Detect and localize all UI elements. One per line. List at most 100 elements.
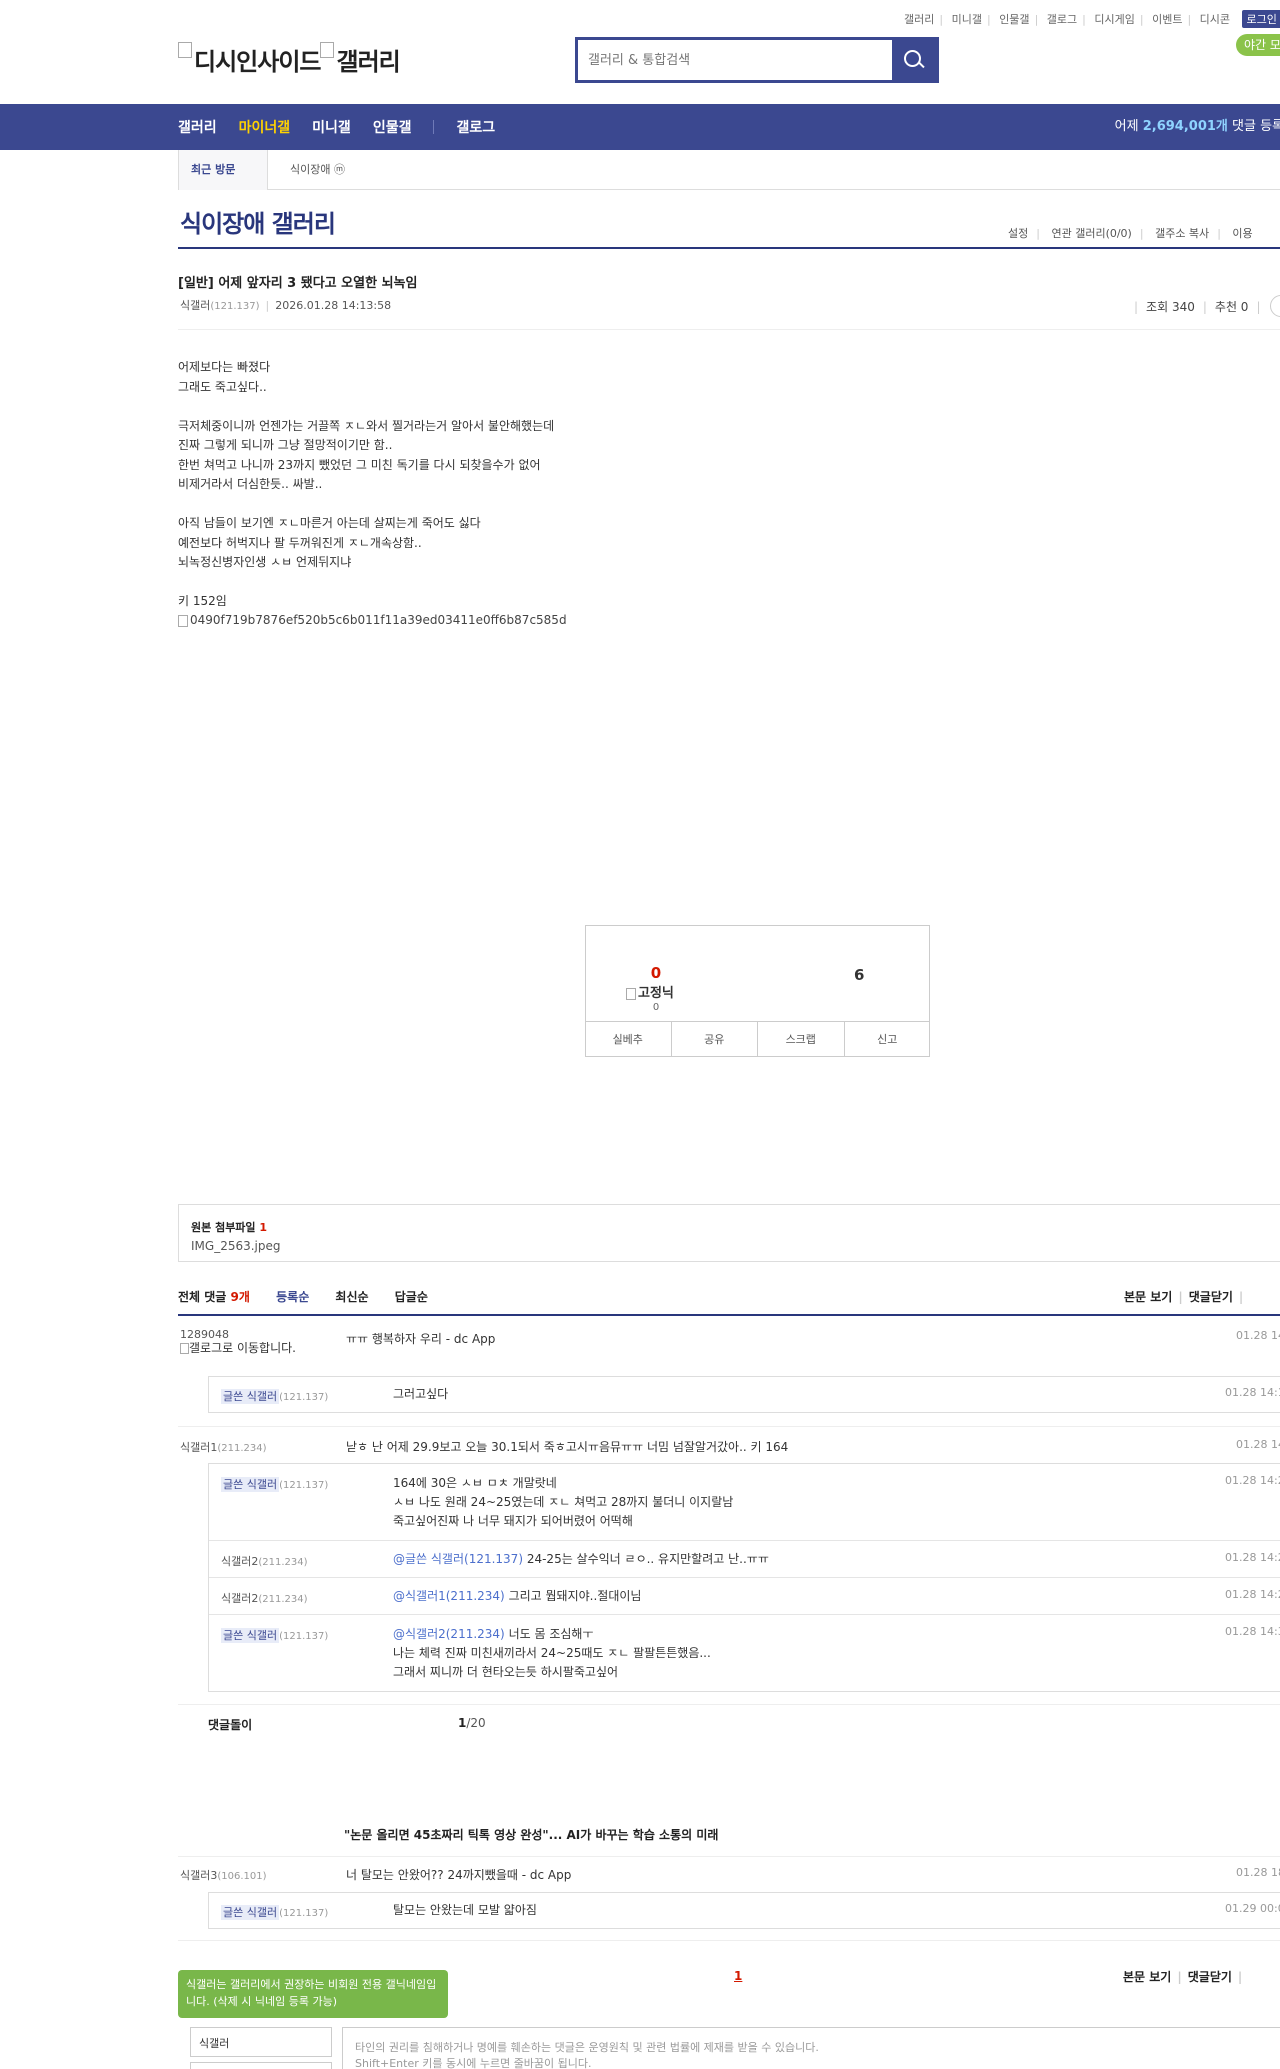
login-button[interactable]: 로그인 [1241,10,1280,28]
reply-nick[interactable]: 글쓴 식갤러 (121.137) [221,1476,328,1492]
reply-text-body: 24-25는 살수익너 ㄹㅇ.. 유지만할려고 난..ㅠㅠ [523,1552,769,1566]
comment-total-count: 9개 [230,1290,250,1304]
body-line: 극저체중이니까 언젠가는 거끌쪽 ㅈㄴ와서 찔거라는거 알아서 불안해했는데 [178,418,555,433]
fixed-nick-recommend: 고정닉 [626,982,674,1001]
usage-link[interactable]: 이용 [1232,227,1252,240]
util-link-minor[interactable]: 미니갤 [952,13,982,26]
comment-nick[interactable]: 1289048 [180,1328,229,1341]
view-post-link[interactable]: 본문 보기 [1124,1290,1172,1304]
body-line: 비제거라서 더심한듯.. 싸발.. [178,477,323,491]
logo-alt-gallery: 갤러리 [336,48,400,76]
reply-mention[interactable]: @글쓴 식갤러(121.137) [393,1552,523,1566]
close-comments-link[interactable]: 댓글닫기 [1188,1970,1232,1984]
comment-date: 01.28 14 [1236,1329,1280,1342]
reply-nick[interactable]: 글쓴 식갤러 (121.137) [221,1388,328,1404]
util-link-gallog[interactable]: 갤로그 [1047,13,1077,26]
reply-nick-ip: (121.137) [279,1908,329,1919]
reply-nick-name: 글쓴 식갤러 [221,1628,280,1643]
related-gallery-link[interactable]: 연관 갤러리(0/0) [1051,227,1131,240]
comment-divider [178,1704,1280,1705]
reply-nick[interactable]: 식갤러2(211.234) [221,1590,308,1606]
password-field[interactable] [190,2062,332,2069]
reply-mention[interactable]: @식갤러1(211.234) [393,1589,505,1603]
reply-text-line: 나는 체력 진짜 미친새끼라서 24~25때도 ㅈㄴ 팔팔튼튼했음... [393,1646,711,1660]
attachment-file[interactable]: IMG_2563.jpeg [191,1239,1275,1253]
reply-nick[interactable]: 식갤러2(211.234) [221,1553,308,1569]
ad-headline[interactable]: "논문 올리면 45초짜리 틱톡 영상 완성"... AI가 바꾸는 학습 소통… [344,1826,718,1843]
nav-person-gallery[interactable]: 인물갤 [373,117,412,137]
reply-nick-name: 글쓴 식갤러 [221,1905,280,1920]
tab-sort-replies[interactable]: 답글순 [395,1290,428,1304]
copy-address-link[interactable]: 갤주소 복사 [1155,227,1209,240]
comment-jump-button[interactable] [1270,295,1280,317]
reply-text: @글쓴 식갤러(121.137) 24-25는 살수익너 ㄹㅇ.. 유지만할려고… [393,1550,769,1569]
reply-item: 글쓴 식갤러 (121.137) 탈모는 안왔는데 모발 얇아짐 01.29 00… [209,1893,1280,1928]
attachment-box: 원본 첨부파일 1 IMG_2563.jpeg [178,1204,1280,1262]
gallog-link[interactable]: 갤로그로 이동합니다. [180,1342,310,1354]
reply-date: 01.28 14:2 [1225,1551,1280,1564]
comment-page-1[interactable]: 1 [734,1969,742,1983]
comment-notice-line: Shift+Enter 키를 동시에 누르면 줄바꿈이 됩니다. [355,2057,592,2069]
comment-divider [178,1426,1280,1427]
nav-gallog[interactable]: 갤로그 [456,117,495,137]
post-date: 2026.01.28 14:13:58 [275,299,392,312]
recent-visit-item[interactable]: 식이장애 ⓜ [290,150,345,190]
recommend-count: 추천 0 [1214,300,1249,314]
view-post-link[interactable]: 본문 보기 [1123,1970,1171,1984]
tab-sort-latest[interactable]: 최신순 [335,1290,368,1304]
util-link-event[interactable]: 이벤트 [1152,13,1182,26]
comment-nick-name: 식갤러3 [180,1869,218,1882]
post-info: 식갤러(121.137) | 2026.01.28 14:13:58 [180,299,392,312]
site-logo[interactable]: 디시인사이드 갤러리 [178,42,401,77]
reply-nick-name: 식갤러2 [221,1592,259,1605]
comment-nick-name: 식갤러1 [180,1441,218,1454]
reply-item: 글쓴 식갤러 (121.137) 그러고싶다 01.28 14:1 [209,1377,1280,1412]
post-author[interactable]: 식갤러 [180,299,210,312]
reply-nick[interactable]: 글쓴 식갤러 (121.137) [221,1904,328,1920]
util-link-dccon[interactable]: 디시콘 [1200,13,1230,26]
nickname-tooltip: 식갤러는 갤러리에서 권장하는 비회원 전용 갤닉네임입니다. (삭제 시 닉네… [178,1970,448,2018]
comment-total: 전체 댓글 9개 [178,1290,250,1304]
settings-link[interactable]: 설정 [1008,227,1028,240]
reply-text: 탈모는 안왔는데 모발 얇아짐 [393,1903,537,1917]
util-link-gallery[interactable]: 갤러리 [904,13,934,26]
comment-textarea[interactable]: 타인의 권리를 침해하거나 명예를 훼손하는 댓글은 운영원칙 및 관련 법률에… [342,2027,1280,2069]
reply-text-line: 164에 30은 ㅅㅂ ㅁㅊ 개말랏네 [393,1476,557,1490]
upvote-count[interactable]: 0 [586,964,726,982]
report-button[interactable]: 신고 [845,1022,931,1057]
night-mode-toggle[interactable]: 야간 모 [1236,34,1280,56]
close-comments-link[interactable]: 댓글닫기 [1189,1290,1233,1304]
tab-sort-registered[interactable]: 등록순 [276,1290,309,1304]
reply-list: 글쓴 식갤러 (121.137) 탈모는 안왔는데 모발 얇아짐 01.29 00… [208,1892,1280,1929]
gallery-title[interactable]: 식이장애 갤러리 [180,204,336,239]
reply-nick-ip: (121.137) [279,1480,329,1491]
comment-divider [178,1940,1280,1941]
reply-item: 식갤러2(211.234) @식갤러1(211.234) 그리고 뭡돼지야..절… [209,1578,1280,1615]
scrap-button[interactable]: 스크랩 [758,1022,845,1057]
nickname-field[interactable]: 식갤러 [190,2027,332,2057]
comment-bot-label: 댓글돌이 [208,1718,253,1732]
reply-date: 01.28 14:2 [1225,1588,1280,1601]
reply-nick[interactable]: 글쓴 식갤러 (121.137) [221,1627,328,1643]
search-input[interactable] [578,40,892,80]
util-link-game[interactable]: 디시게임 [1094,13,1134,26]
body-line: 예전보다 허벅지나 팔 두꺼워진게 ㅈㄴ개속상함.. [178,535,422,550]
util-link-person[interactable]: 인물갤 [999,13,1029,26]
nav-minor-gallery[interactable]: 마이너갤 [239,117,291,137]
share-button[interactable]: 공유 [672,1022,758,1057]
nav-mini-gallery[interactable]: 미니갤 [312,117,351,137]
reply-list: 글쓴 식갤러 (121.137) 그러고싶다 01.28 14:1 [208,1376,1280,1413]
downvote-count[interactable]: 6 [854,966,864,984]
reply-mention[interactable]: @식갤러2(211.234) [393,1627,505,1641]
comment-nick[interactable]: 식갤러3(106.101) [180,1867,267,1883]
comment-nick[interactable]: 식갤러1(211.234) [180,1439,267,1455]
comment-date: 01.28 14 [1236,1438,1280,1451]
nav-gallery[interactable]: 갤러리 [178,117,217,137]
hot-recommend-button[interactable]: 실베추 [585,1022,672,1057]
recent-visits-label: 최근 방문 [178,150,268,190]
broken-image-icon [180,1343,189,1354]
search-icon[interactable] [892,40,936,80]
comment-notice-line: 타인의 권리를 침해하거나 명예를 훼손하는 댓글은 운영원칙 및 관련 법률에… [355,2041,819,2054]
post-image[interactable]: 0490f719b7876ef520b5c6b011f11a39ed03411e… [178,613,567,627]
reply-text-line: 너도 몸 조심해ㅜ [504,1627,594,1641]
